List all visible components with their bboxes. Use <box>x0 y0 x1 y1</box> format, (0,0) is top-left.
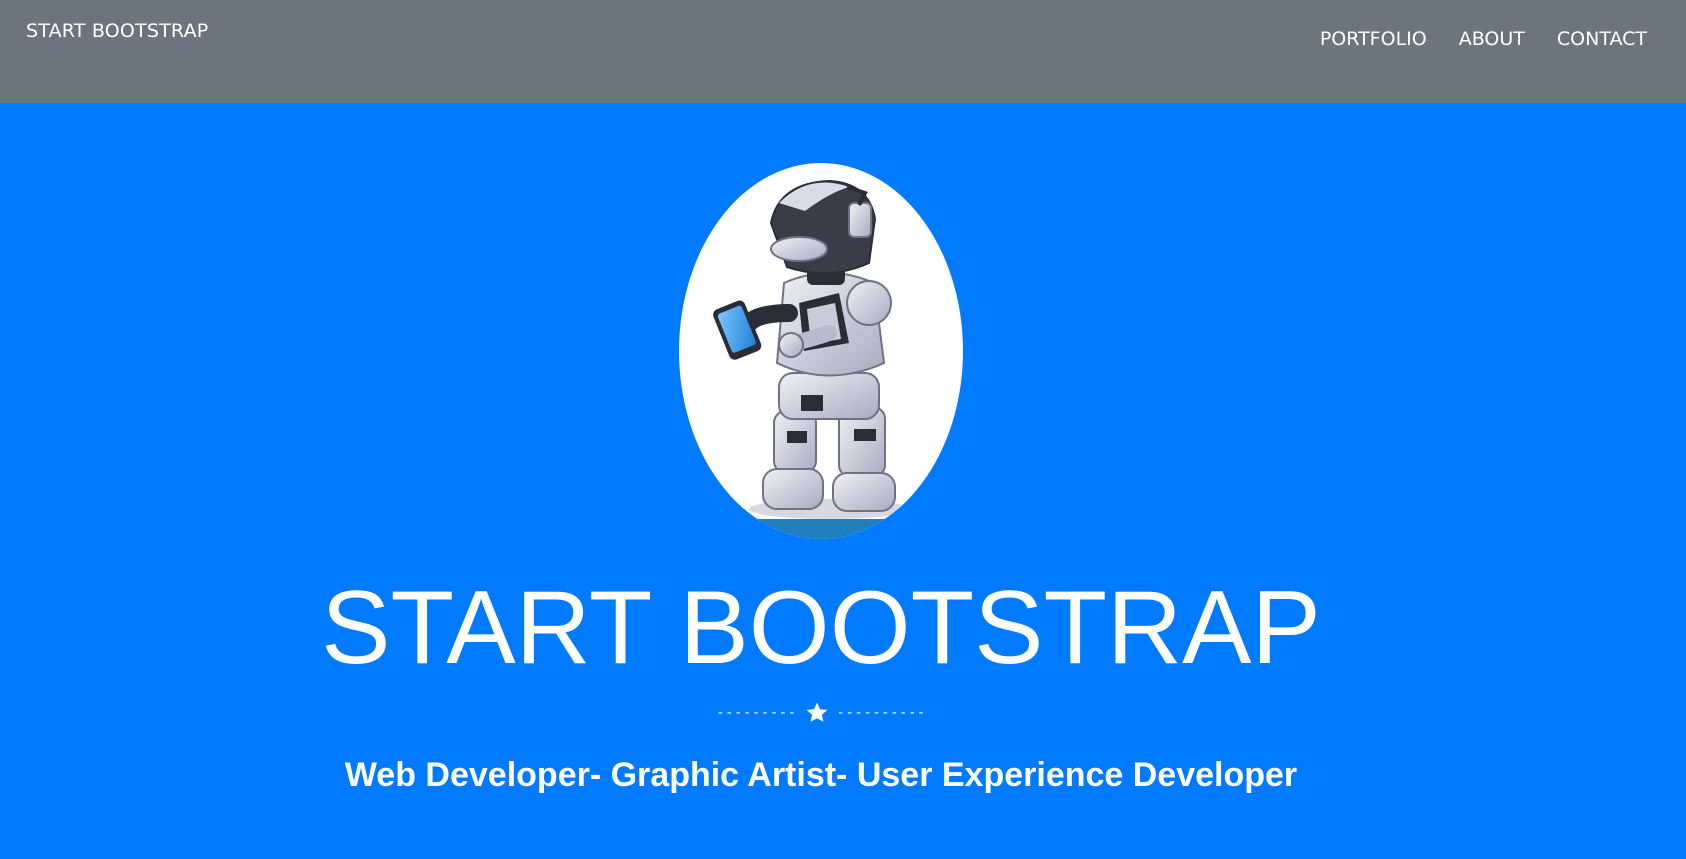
navbar: START BOOTSTRAP PORTFOLIO ABOUT CONTACT <box>0 0 1686 103</box>
nav-link-contact[interactable]: CONTACT <box>1557 28 1647 50</box>
nav-link-about[interactable]: ABOUT <box>1459 28 1525 50</box>
profile-avatar <box>679 163 963 539</box>
brand-link[interactable]: START BOOTSTRAP <box>26 20 208 42</box>
divider-line-left: --------- <box>716 705 797 721</box>
nav-links: PORTFOLIO ABOUT CONTACT <box>1320 28 1647 50</box>
robot-illustration <box>713 179 929 539</box>
page-subtitle: Web Developer- Graphic Artist- User Expe… <box>344 756 1298 794</box>
star-divider: --------- ---------- <box>0 701 1642 725</box>
page-title: START BOOTSTRAP <box>321 570 1321 686</box>
hero-section: START BOOTSTRAP --------- ---------- Web… <box>0 103 1686 859</box>
nav-link-portfolio[interactable]: PORTFOLIO <box>1320 28 1427 50</box>
divider-line-right: ---------- <box>836 705 926 721</box>
star-icon <box>805 701 829 725</box>
